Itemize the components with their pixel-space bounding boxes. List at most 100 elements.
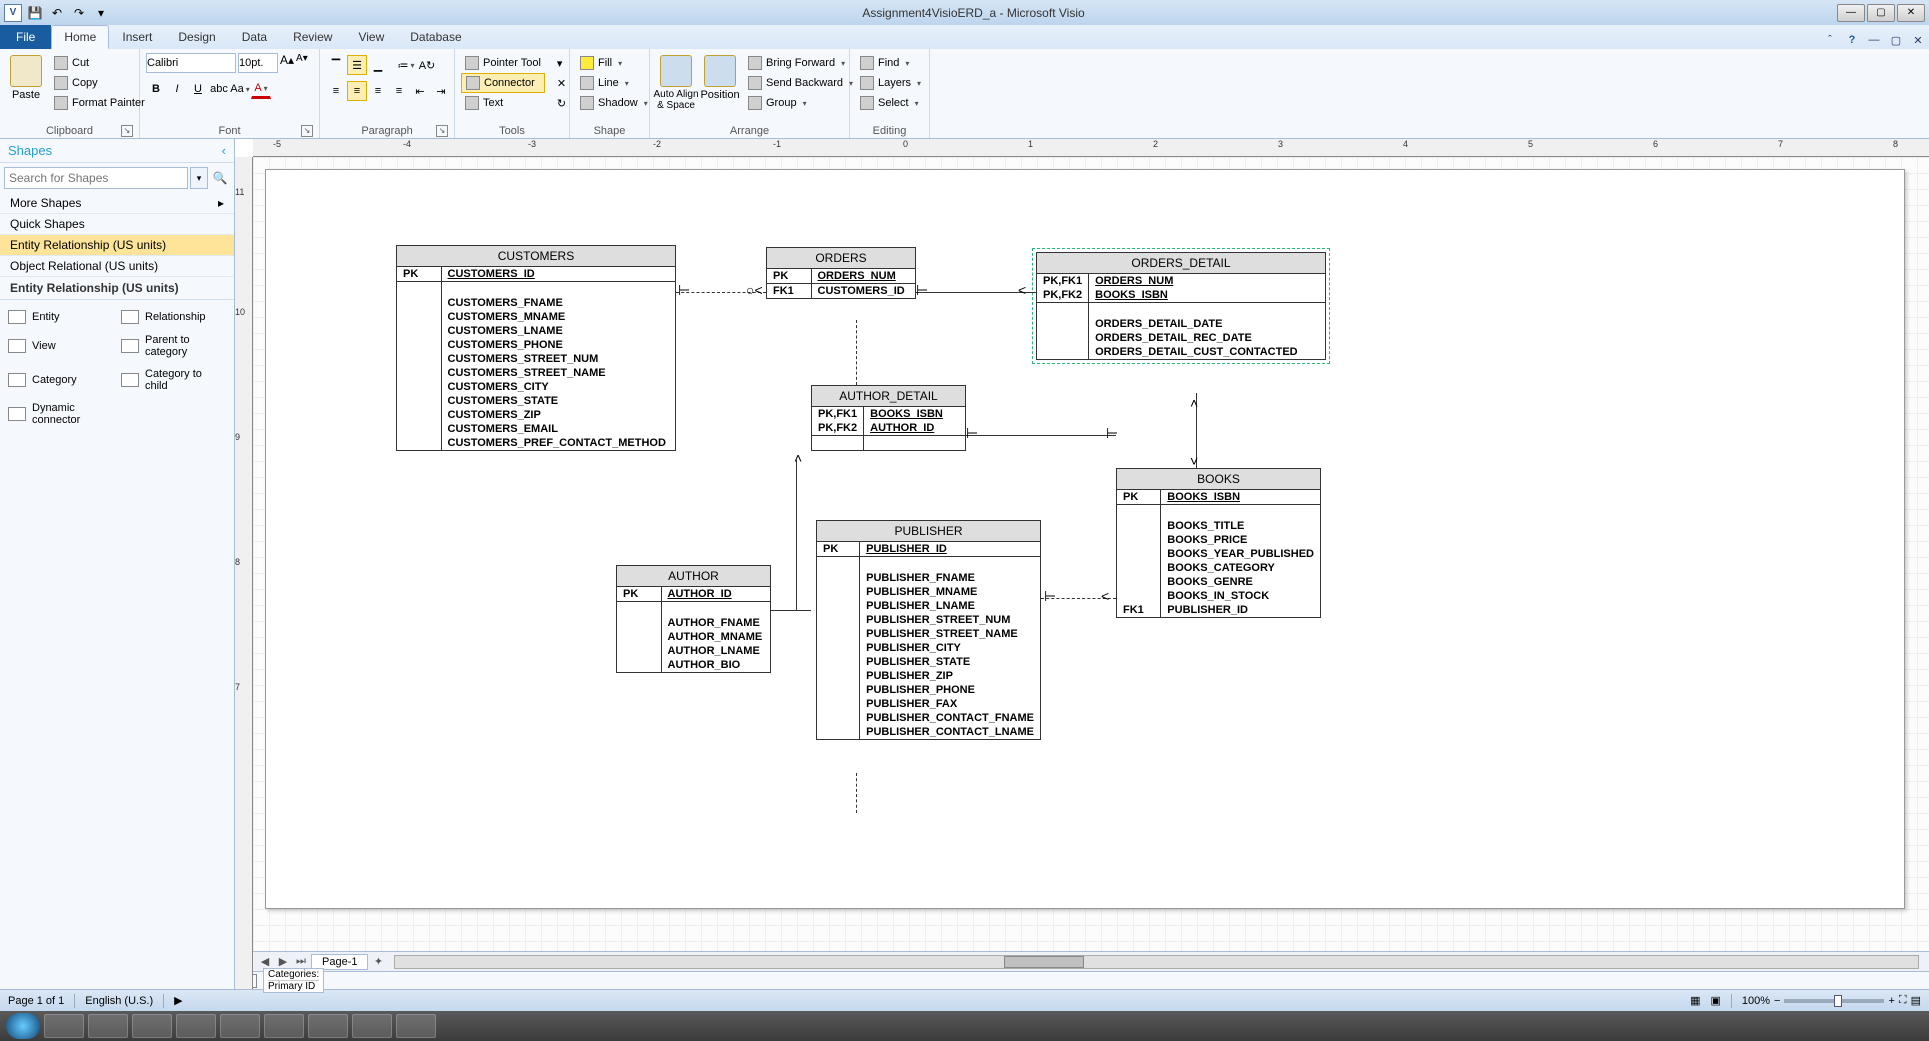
- taskbar-app[interactable]: [308, 1014, 348, 1038]
- tab-home[interactable]: Home: [51, 25, 109, 49]
- align-center-button[interactable]: ≡: [347, 81, 367, 101]
- shapes-search-input[interactable]: [4, 167, 188, 189]
- quick-shapes[interactable]: Quick Shapes: [0, 214, 234, 235]
- paste-button[interactable]: Paste: [6, 53, 46, 103]
- connector[interactable]: [966, 435, 1116, 436]
- cut-button[interactable]: Cut: [50, 53, 149, 73]
- start-button[interactable]: [6, 1013, 40, 1039]
- taskbar-app[interactable]: [176, 1014, 216, 1038]
- underline-button[interactable]: U: [188, 79, 208, 99]
- categories-item[interactable]: Primary ID: [268, 980, 319, 992]
- dec-indent-button[interactable]: ⇤: [410, 81, 430, 101]
- shape-category[interactable]: Category: [6, 364, 115, 396]
- pointer-tool-button[interactable]: Pointer Tool: [461, 53, 545, 73]
- connector[interactable]: [856, 773, 857, 813]
- zoom-slider[interactable]: [1784, 999, 1884, 1003]
- doc-minimize-icon[interactable]: —: [1865, 31, 1883, 49]
- er-us-units[interactable]: Entity Relationship (US units): [0, 235, 234, 256]
- close-button[interactable]: ✕: [1897, 4, 1925, 22]
- taskbar-app[interactable]: [88, 1014, 128, 1038]
- drawing-canvas[interactable]: CUSTOMERS PKCUSTOMERS_ID CUSTOMERS_FNAME…: [253, 157, 1929, 951]
- shape-view[interactable]: View: [6, 330, 115, 362]
- sheet-last[interactable]: ⏭: [293, 955, 309, 968]
- entity-customers[interactable]: CUSTOMERS PKCUSTOMERS_ID CUSTOMERS_FNAME…: [396, 245, 676, 451]
- font-family-select[interactable]: [146, 53, 236, 73]
- taskbar-app[interactable]: [220, 1014, 260, 1038]
- case-button[interactable]: Aa: [230, 79, 250, 99]
- entity-orders-detail[interactable]: ORDERS_DETAIL PK,FK1ORDERS_NUM PK,FK2BOO…: [1036, 252, 1326, 360]
- tab-database[interactable]: Database: [397, 25, 474, 49]
- entity-books[interactable]: BOOKS PKBOOKS_ISBN BOOKS_TITLE BOOKS_PRI…: [1116, 468, 1321, 618]
- text-tool-button[interactable]: Text: [461, 93, 545, 113]
- or-us-units[interactable]: Object Relational (US units): [0, 256, 234, 277]
- maximize-button[interactable]: ▢: [1867, 4, 1895, 22]
- macro-icon[interactable]: ▶: [174, 994, 182, 1007]
- align-right-button[interactable]: ≡: [368, 81, 388, 101]
- fit-page-icon[interactable]: ⛶: [1899, 994, 1907, 1007]
- doc-restore-icon[interactable]: ▢: [1887, 31, 1905, 49]
- tool-drop1[interactable]: ▾: [553, 53, 570, 73]
- tool-close[interactable]: ✕: [553, 73, 570, 93]
- view-normal-icon[interactable]: ▦: [1690, 994, 1700, 1007]
- entity-orders[interactable]: ORDERS PKORDERS_NUM FK1CUSTOMERS_ID: [766, 247, 916, 299]
- strike-button[interactable]: abc: [209, 79, 229, 99]
- shape-dynamic-connector[interactable]: Dynamic connector: [6, 398, 115, 430]
- align-top-button[interactable]: ▔: [326, 55, 346, 75]
- format-painter-button[interactable]: Format Painter: [50, 93, 149, 113]
- clipboard-dialog-launcher[interactable]: ↘: [121, 125, 133, 137]
- line-button[interactable]: Line: [576, 73, 652, 93]
- connector[interactable]: [796, 460, 797, 610]
- doc-close-icon[interactable]: ✕: [1909, 31, 1927, 49]
- inc-indent-button[interactable]: ⇥: [431, 81, 451, 101]
- align-bottom-button[interactable]: ▁: [368, 55, 388, 75]
- align-left-button[interactable]: ≡: [326, 81, 346, 101]
- taskbar-app[interactable]: [132, 1014, 172, 1038]
- taskbar-app[interactable]: [396, 1014, 436, 1038]
- connector[interactable]: [771, 610, 811, 611]
- connector[interactable]: [856, 320, 857, 385]
- zoom-in-button[interactable]: +: [1888, 995, 1894, 1007]
- minimize-ribbon-icon[interactable]: ˆ: [1821, 31, 1839, 49]
- layers-button[interactable]: Layers: [856, 73, 925, 93]
- shapes-collapse-icon[interactable]: ‹: [222, 143, 226, 158]
- tool-drop2[interactable]: ↻: [553, 93, 570, 113]
- select-button[interactable]: Select: [856, 93, 925, 113]
- shape-entity[interactable]: Entity: [6, 306, 115, 328]
- qat-more[interactable]: ▾: [92, 4, 110, 22]
- font-color-button[interactable]: A: [251, 79, 271, 99]
- minimize-button[interactable]: —: [1837, 4, 1865, 22]
- taskbar-app[interactable]: [352, 1014, 392, 1038]
- align-middle-button[interactable]: ☰: [347, 55, 367, 75]
- shape-relationship[interactable]: Relationship: [119, 306, 228, 328]
- connector-tool-button[interactable]: Connector: [461, 73, 545, 93]
- switch-windows-icon[interactable]: ▤: [1911, 994, 1921, 1007]
- bullets-button[interactable]: ≔: [396, 55, 416, 75]
- zoom-level[interactable]: 100%: [1742, 995, 1770, 1007]
- taskbar-app[interactable]: [44, 1014, 84, 1038]
- entity-publisher[interactable]: PUBLISHER PKPUBLISHER_ID PUBLISHER_FNAME…: [816, 520, 1041, 740]
- more-shapes[interactable]: More Shapes▸: [0, 193, 234, 214]
- horizontal-scrollbar[interactable]: [394, 955, 1919, 969]
- find-button[interactable]: Find: [856, 53, 925, 73]
- tab-review[interactable]: Review: [280, 25, 345, 49]
- rotate-text-button[interactable]: A↻: [417, 55, 437, 75]
- tab-data[interactable]: Data: [229, 25, 280, 49]
- shape-category-to-child[interactable]: Category to child: [119, 364, 228, 396]
- search-icon[interactable]: 🔍: [210, 167, 230, 189]
- font-size-select[interactable]: [238, 53, 278, 73]
- position-button[interactable]: Position: [700, 53, 740, 103]
- tab-view[interactable]: View: [345, 25, 397, 49]
- sheet-next[interactable]: ▶: [275, 955, 291, 968]
- tab-design[interactable]: Design: [165, 25, 228, 49]
- fill-button[interactable]: Fill: [576, 53, 652, 73]
- group-button[interactable]: Group: [744, 93, 857, 113]
- search-dropdown[interactable]: ▾: [190, 167, 208, 189]
- visio-logo[interactable]: V: [4, 4, 22, 22]
- shape-parent-to-category[interactable]: Parent to category: [119, 330, 228, 362]
- taskbar-app[interactable]: [264, 1014, 304, 1038]
- shrink-font-icon[interactable]: A▾: [296, 53, 308, 73]
- bold-button[interactable]: B: [146, 79, 166, 99]
- copy-button[interactable]: Copy: [50, 73, 149, 93]
- redo-icon[interactable]: ↷: [70, 4, 88, 22]
- zoom-out-button[interactable]: −: [1774, 995, 1780, 1007]
